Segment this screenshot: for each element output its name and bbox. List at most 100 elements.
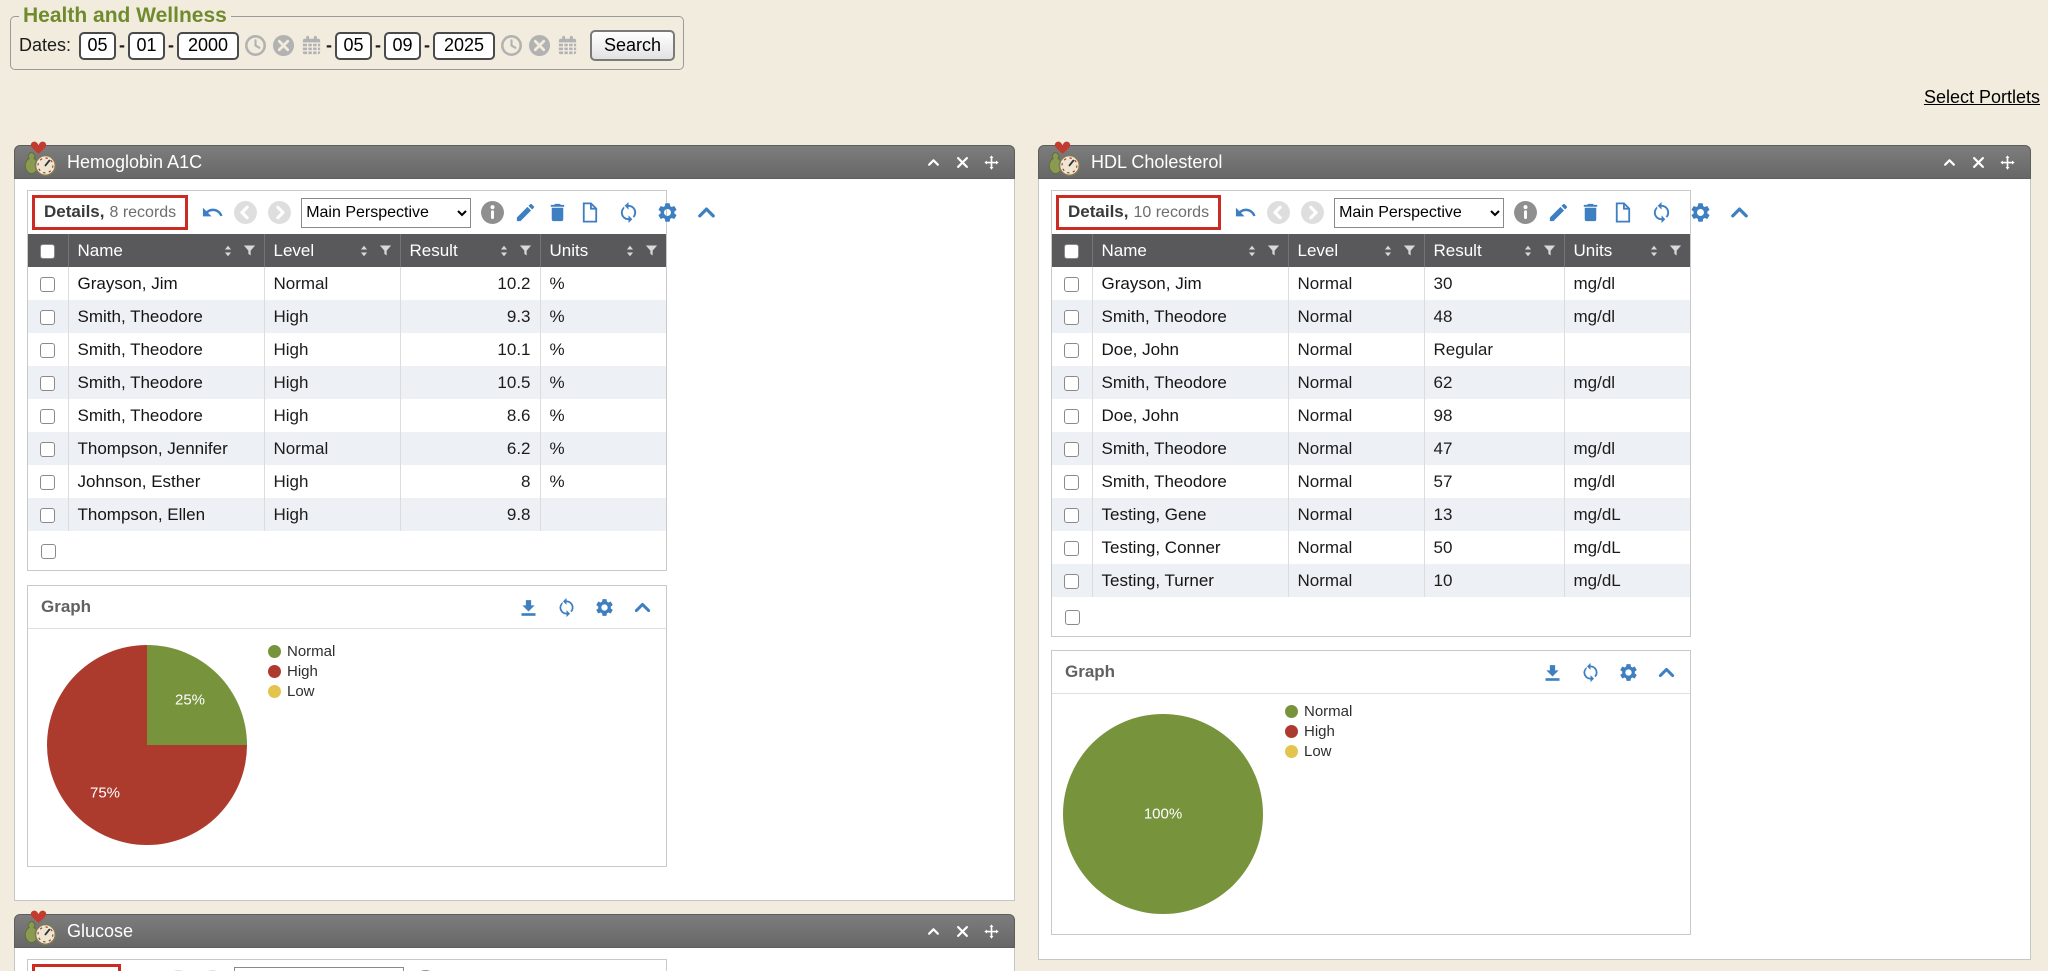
patient-name-link[interactable]: Grayson, Jim bbox=[1102, 274, 1202, 293]
row-checkbox[interactable] bbox=[1064, 508, 1079, 523]
column-header-name[interactable]: Name bbox=[1102, 241, 1147, 261]
collapse-portlet-icon[interactable] bbox=[1942, 155, 1957, 170]
row-checkbox[interactable] bbox=[40, 277, 55, 292]
refresh-icon[interactable] bbox=[617, 201, 640, 224]
row-checkbox[interactable] bbox=[1064, 376, 1079, 391]
download-icon[interactable] bbox=[1542, 662, 1563, 683]
portlet-header[interactable]: HDL Cholesterol bbox=[1038, 145, 2031, 179]
column-header-units[interactable]: Units bbox=[550, 241, 589, 261]
patient-name-link[interactable]: Smith, Theodore bbox=[78, 340, 203, 359]
next-icon[interactable] bbox=[1300, 200, 1325, 225]
search-button[interactable]: Search bbox=[590, 30, 675, 61]
filter-icon[interactable] bbox=[518, 243, 533, 258]
column-header-result[interactable]: Result bbox=[410, 241, 458, 261]
portlet-header[interactable]: Glucose bbox=[14, 914, 1015, 948]
from-year-input[interactable] bbox=[177, 32, 239, 60]
patient-name-link[interactable]: Doe, John bbox=[1102, 340, 1180, 359]
patient-name-link[interactable]: Smith, Theodore bbox=[78, 307, 203, 326]
row-checkbox[interactable] bbox=[1064, 277, 1079, 292]
perspective-select[interactable]: Main Perspective bbox=[301, 198, 471, 228]
info-icon[interactable] bbox=[1513, 200, 1538, 225]
settings-gear-icon[interactable] bbox=[1618, 662, 1639, 683]
patient-name-link[interactable]: Grayson, Jim bbox=[78, 274, 178, 293]
from-calendar-icon[interactable] bbox=[300, 34, 323, 57]
patient-name-link[interactable]: Smith, Theodore bbox=[1102, 439, 1227, 458]
patient-name-link[interactable]: Testing, Gene bbox=[1102, 505, 1207, 524]
from-month-input[interactable] bbox=[79, 32, 116, 60]
sort-icon[interactable] bbox=[497, 244, 511, 258]
sort-icon[interactable] bbox=[1381, 244, 1395, 258]
filter-icon[interactable] bbox=[1668, 243, 1683, 258]
next-icon[interactable] bbox=[267, 200, 292, 225]
filter-icon[interactable] bbox=[1542, 243, 1557, 258]
prev-icon[interactable] bbox=[1266, 200, 1291, 225]
collapse-section-icon[interactable] bbox=[695, 201, 718, 224]
row-checkbox[interactable] bbox=[1064, 574, 1079, 589]
column-header-name[interactable]: Name bbox=[78, 241, 123, 261]
patient-name-link[interactable]: Smith, Theodore bbox=[1102, 472, 1227, 491]
filter-icon[interactable] bbox=[242, 243, 257, 258]
move-portlet-icon[interactable] bbox=[984, 155, 999, 170]
close-portlet-icon[interactable] bbox=[955, 155, 970, 170]
row-checkbox[interactable] bbox=[1064, 541, 1079, 556]
collapse-section-icon[interactable] bbox=[1656, 662, 1677, 683]
to-month-input[interactable] bbox=[335, 32, 372, 60]
row-checkbox[interactable] bbox=[1065, 610, 1080, 625]
collapse-portlet-icon[interactable] bbox=[926, 155, 941, 170]
refresh-icon[interactable] bbox=[556, 597, 577, 618]
filter-icon[interactable] bbox=[644, 243, 659, 258]
refresh-icon[interactable] bbox=[1650, 201, 1673, 224]
perspective-select[interactable]: Main Perspective bbox=[234, 967, 404, 971]
from-time-icon[interactable] bbox=[244, 34, 267, 57]
select-all-checkbox[interactable] bbox=[1064, 244, 1079, 259]
row-checkbox[interactable] bbox=[40, 310, 55, 325]
patient-name-link[interactable]: Thompson, Ellen bbox=[78, 505, 206, 524]
download-icon[interactable] bbox=[518, 597, 539, 618]
sort-icon[interactable] bbox=[1647, 244, 1661, 258]
undo-icon[interactable] bbox=[1234, 201, 1257, 224]
column-header-level[interactable]: Level bbox=[1298, 241, 1339, 261]
select-portlets-link[interactable]: Select Portlets bbox=[1924, 87, 2040, 108]
settings-gear-icon[interactable] bbox=[656, 201, 679, 224]
move-portlet-icon[interactable] bbox=[984, 924, 999, 939]
sort-icon[interactable] bbox=[623, 244, 637, 258]
select-all-checkbox[interactable] bbox=[40, 244, 55, 259]
row-checkbox[interactable] bbox=[1064, 475, 1079, 490]
sort-icon[interactable] bbox=[357, 244, 371, 258]
row-checkbox[interactable] bbox=[40, 475, 55, 490]
column-header-level[interactable]: Level bbox=[274, 241, 315, 261]
edit-icon[interactable] bbox=[1547, 201, 1570, 224]
new-page-icon[interactable] bbox=[1611, 201, 1634, 224]
filter-icon[interactable] bbox=[378, 243, 393, 258]
row-checkbox[interactable] bbox=[40, 376, 55, 391]
info-icon[interactable] bbox=[480, 200, 505, 225]
row-checkbox[interactable] bbox=[40, 343, 55, 358]
refresh-icon[interactable] bbox=[1580, 662, 1601, 683]
row-checkbox[interactable] bbox=[40, 508, 55, 523]
patient-name-link[interactable]: Johnson, Esther bbox=[78, 472, 201, 491]
to-time-icon[interactable] bbox=[500, 34, 523, 57]
close-portlet-icon[interactable] bbox=[955, 924, 970, 939]
row-checkbox[interactable] bbox=[1064, 310, 1079, 325]
edit-icon[interactable] bbox=[514, 201, 537, 224]
to-day-input[interactable] bbox=[384, 32, 421, 60]
filter-icon[interactable] bbox=[1266, 243, 1281, 258]
new-page-icon[interactable] bbox=[578, 201, 601, 224]
patient-name-link[interactable]: Thompson, Jennifer bbox=[78, 439, 228, 458]
from-day-input[interactable] bbox=[128, 32, 165, 60]
to-clear-icon[interactable] bbox=[528, 34, 551, 57]
move-portlet-icon[interactable] bbox=[2000, 155, 2015, 170]
delete-icon[interactable] bbox=[1579, 201, 1602, 224]
settings-gear-icon[interactable] bbox=[1689, 201, 1712, 224]
to-year-input[interactable] bbox=[433, 32, 495, 60]
patient-name-link[interactable]: Testing, Turner bbox=[1102, 571, 1214, 590]
from-clear-icon[interactable] bbox=[272, 34, 295, 57]
column-header-result[interactable]: Result bbox=[1434, 241, 1482, 261]
settings-gear-icon[interactable] bbox=[594, 597, 615, 618]
row-checkbox[interactable] bbox=[40, 409, 55, 424]
row-checkbox[interactable] bbox=[1064, 442, 1079, 457]
column-header-units[interactable]: Units bbox=[1574, 241, 1613, 261]
perspective-select[interactable]: Main Perspective bbox=[1334, 198, 1504, 228]
row-checkbox[interactable] bbox=[1064, 343, 1079, 358]
patient-name-link[interactable]: Smith, Theodore bbox=[1102, 373, 1227, 392]
